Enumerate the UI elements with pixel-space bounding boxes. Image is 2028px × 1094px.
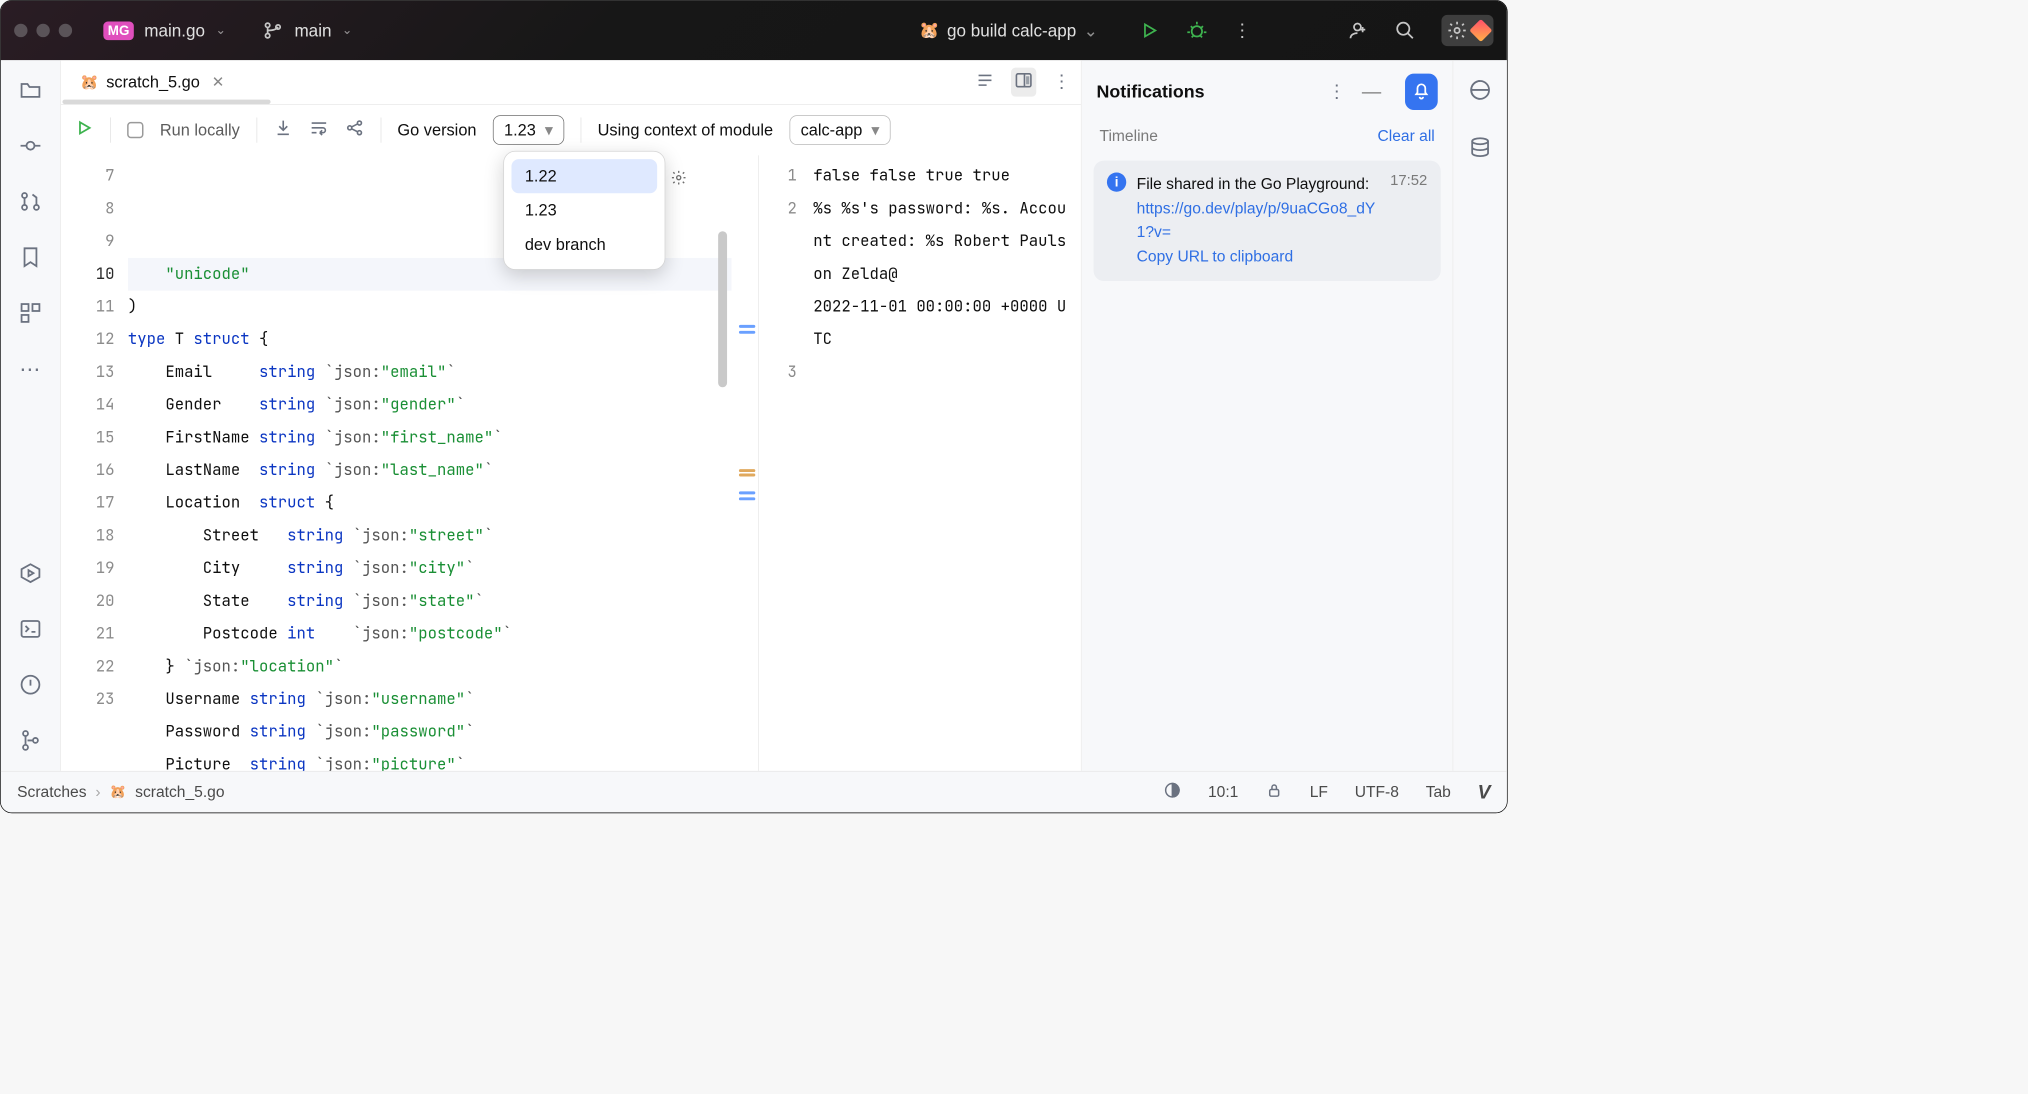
- run-button[interactable]: [74, 118, 93, 142]
- ai-logo-icon: [1469, 19, 1492, 42]
- module-value: calc-app: [801, 120, 863, 139]
- problems-icon[interactable]: [19, 673, 43, 701]
- editor-tabs: 🐹 scratch_5.go ✕ ⋮: [61, 60, 1081, 105]
- search-icon[interactable]: [1394, 19, 1416, 41]
- notifications-panel: Notifications ⋮ — Timeline Clear all i F…: [1082, 60, 1454, 771]
- tab-filename: scratch_5.go: [106, 72, 200, 91]
- settings-button[interactable]: [1441, 15, 1493, 46]
- notification-time: 17:52: [1390, 172, 1427, 269]
- chevron-down-icon[interactable]: ⌄: [342, 23, 353, 38]
- notification-card[interactable]: i File shared in the Go Playground: http…: [1094, 161, 1441, 282]
- go-icon: 🐹: [110, 784, 127, 800]
- run-config-name: go build calc-app: [947, 20, 1076, 40]
- go-version-value: 1.23: [504, 120, 536, 139]
- go-scratch-icon: 🐹: [80, 73, 99, 92]
- close-icon[interactable]: ✕: [212, 73, 224, 92]
- marker-strip[interactable]: [732, 155, 759, 771]
- context-label: Using context of module: [598, 120, 773, 139]
- code-with-me-icon[interactable]: [1346, 19, 1368, 41]
- chevron-down-icon: ⌄: [1084, 20, 1098, 40]
- chevron-down-icon: ▾: [871, 120, 879, 139]
- more-icon[interactable]: ⋮: [1233, 20, 1251, 42]
- info-icon: i: [1107, 172, 1126, 191]
- pull-request-icon[interactable]: [19, 190, 43, 218]
- debug-button[interactable]: [1186, 19, 1208, 41]
- editor[interactable]: 7891011121314151617181920212223 "unicode…: [61, 155, 1081, 771]
- commit-icon[interactable]: [19, 134, 43, 162]
- git-icon[interactable]: [19, 729, 43, 757]
- contrast-icon[interactable]: [1163, 781, 1181, 803]
- scratch-toolbar: Run locally Go version 1.23 ▾ Using cont…: [61, 105, 1081, 156]
- chevron-right-icon: ›: [95, 783, 100, 801]
- breadcrumb[interactable]: Scratches › 🐹 scratch_5.go: [17, 783, 224, 801]
- line-gutter[interactable]: 7891011121314151617181920212223: [61, 155, 128, 771]
- caret-position[interactable]: 10:1: [1208, 783, 1238, 801]
- gopher-icon: 🐹: [919, 21, 939, 40]
- window-controls[interactable]: [14, 24, 72, 37]
- clear-all-link[interactable]: Clear all: [1377, 128, 1434, 146]
- reader-mode-icon[interactable]: [975, 71, 994, 94]
- database-icon[interactable]: [1468, 135, 1492, 163]
- breadcrumb-item[interactable]: scratch_5.go: [135, 783, 224, 801]
- structure-icon[interactable]: [19, 301, 43, 329]
- encoding[interactable]: UTF-8: [1355, 783, 1399, 801]
- editor-tab[interactable]: 🐹 scratch_5.go ✕: [71, 67, 233, 98]
- chevron-down-icon: ▾: [545, 120, 553, 139]
- run-locally-label: Run locally: [160, 120, 240, 139]
- branch-icon[interactable]: [262, 19, 284, 41]
- output-gutter: 12 3: [758, 155, 807, 771]
- right-toolbar: [1453, 60, 1507, 771]
- titlebar-filename[interactable]: main.go: [144, 20, 205, 40]
- max-dot[interactable]: [59, 24, 72, 37]
- go-version-label: Go version: [397, 120, 476, 139]
- ai-icon[interactable]: [1468, 78, 1492, 106]
- run-locally-checkbox[interactable]: [127, 122, 143, 138]
- left-toolbar: ⋯: [1, 60, 60, 771]
- module-select[interactable]: calc-app ▾: [789, 115, 890, 145]
- more-icon[interactable]: ⋮: [1053, 71, 1071, 93]
- status-bar: Scratches › 🐹 scratch_5.go 10:1 LF UTF-8…: [1, 771, 1507, 813]
- tab-scroll-indicator: [62, 100, 270, 104]
- file-badge: MG: [103, 21, 133, 40]
- close-dot[interactable]: [14, 24, 27, 37]
- indent[interactable]: Tab: [1426, 783, 1451, 801]
- services-icon[interactable]: [19, 561, 43, 589]
- gear-icon[interactable]: [671, 169, 687, 185]
- wrap-icon[interactable]: [309, 118, 328, 142]
- line-ending[interactable]: LF: [1310, 783, 1328, 801]
- bookmark-icon[interactable]: [19, 245, 43, 273]
- chevron-down-icon[interactable]: ⌄: [215, 23, 226, 38]
- run-config[interactable]: 🐹 go build calc-app ⌄: [919, 20, 1098, 40]
- more-icon[interactable]: ⋯: [19, 357, 41, 382]
- min-dot[interactable]: [36, 24, 49, 37]
- more-icon[interactable]: ⋮: [1328, 81, 1346, 103]
- notification-link[interactable]: https://go.dev/play/p/9uaCGo8_dY1?v=: [1137, 200, 1376, 241]
- notifications-title: Notifications: [1097, 81, 1205, 102]
- timeline-label: Timeline: [1099, 128, 1157, 146]
- notification-text: File shared in the Go Playground:: [1137, 175, 1370, 192]
- output-pane[interactable]: false false true true %s %s's password: …: [807, 155, 1081, 771]
- folder-icon[interactable]: [19, 78, 43, 106]
- popup-item[interactable]: dev branch: [511, 227, 657, 261]
- branch-name[interactable]: main: [294, 20, 331, 40]
- notifications-bell[interactable]: [1405, 74, 1438, 110]
- breadcrumb-item[interactable]: Scratches: [17, 783, 86, 801]
- split-view-icon[interactable]: [1011, 68, 1036, 97]
- run-button[interactable]: [1138, 19, 1160, 41]
- go-version-select[interactable]: 1.23 ▾: [493, 115, 564, 145]
- vim-indicator[interactable]: V: [1478, 781, 1491, 804]
- go-version-popup: 1.22 1.23 dev branch: [503, 151, 665, 270]
- copy-url-action[interactable]: Copy URL to clipboard: [1137, 248, 1293, 265]
- titlebar: MG main.go ⌄ main ⌄ 🐹 go build calc-app …: [1, 1, 1507, 60]
- minimize-icon[interactable]: —: [1362, 80, 1381, 103]
- terminal-icon[interactable]: [19, 617, 43, 645]
- download-icon[interactable]: [273, 118, 292, 142]
- lock-icon[interactable]: [1265, 781, 1283, 803]
- popup-item[interactable]: 1.22: [511, 159, 657, 193]
- share-icon[interactable]: [345, 118, 364, 142]
- popup-item[interactable]: 1.23: [511, 193, 657, 227]
- gear-icon: [1446, 19, 1468, 41]
